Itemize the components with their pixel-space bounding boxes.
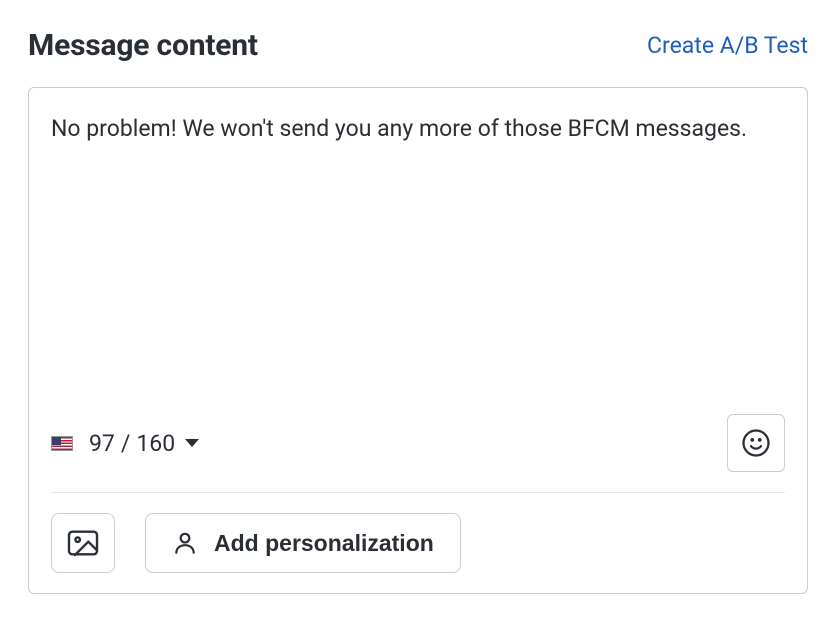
person-icon [172,530,198,556]
editor-actions: Add personalization [51,493,785,573]
emoji-picker-button[interactable] [727,414,785,472]
message-editor: 97 / 160 [28,87,808,594]
us-flag-icon [51,436,73,451]
message-textarea[interactable] [51,112,785,414]
character-count-row: 97 / 160 [51,414,785,493]
char-limit: 160 [136,430,175,457]
character-count-group: 97 / 160 [51,430,199,457]
character-count-dropdown[interactable]: 97 / 160 [89,430,199,457]
section-header: Message content Create A/B Test [28,28,808,63]
insert-image-button[interactable] [51,513,115,573]
section-title: Message content [28,28,258,63]
personalize-label: Add personalization [214,530,434,557]
create-ab-test-link[interactable]: Create A/B Test [647,32,808,59]
chevron-down-icon [185,439,199,447]
char-current: 97 [89,430,115,457]
smile-icon [741,428,771,458]
image-icon [67,529,99,557]
add-personalization-button[interactable]: Add personalization [145,513,461,573]
